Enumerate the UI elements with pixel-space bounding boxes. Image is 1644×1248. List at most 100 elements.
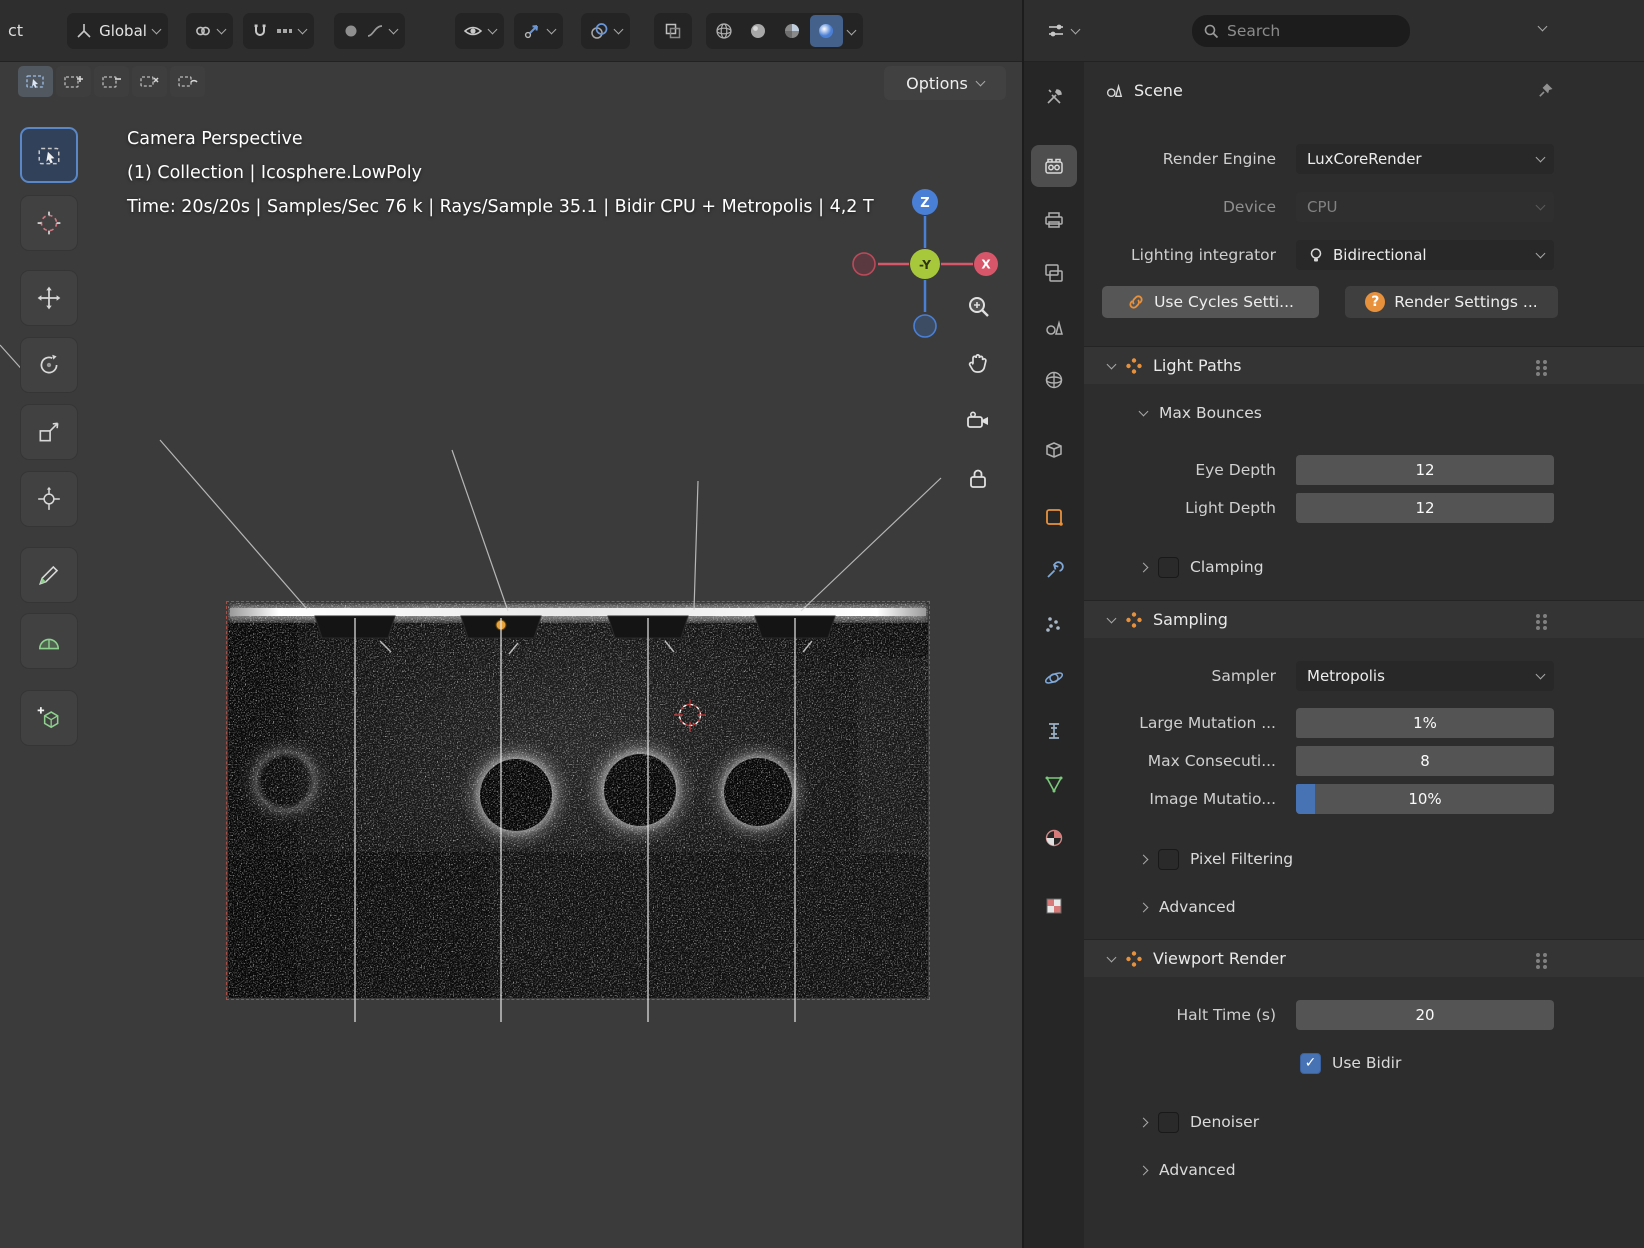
- select-mode-subtract[interactable]: [94, 66, 129, 97]
- pan-button[interactable]: [958, 344, 998, 384]
- transform-orientation-dropdown[interactable]: Global: [67, 12, 168, 49]
- gizmos-dropdown[interactable]: [513, 12, 563, 49]
- viewport-3d[interactable]: Options Camera Perspective (1) Collectio…: [0, 62, 1022, 1248]
- large-mutation-field[interactable]: 1%: [1296, 708, 1554, 738]
- halt-time-field[interactable]: 20: [1296, 1000, 1554, 1030]
- tab-texture[interactable]: [1031, 885, 1077, 927]
- device-value: CPU: [1307, 198, 1338, 216]
- clamping-row[interactable]: Clamping: [1084, 551, 1644, 583]
- shading-mode-group: [705, 12, 863, 49]
- light-depth-field[interactable]: 12: [1296, 493, 1554, 523]
- zoom-button[interactable]: [958, 287, 998, 327]
- tool-transform[interactable]: [20, 471, 78, 527]
- breadcrumb-scene[interactable]: Scene: [1134, 81, 1183, 100]
- chevron-right-icon: [1138, 902, 1149, 912]
- select-mode-extend[interactable]: [56, 66, 91, 97]
- device-dropdown[interactable]: CPU: [1296, 192, 1554, 222]
- halt-time-row: Halt Time (s) 20: [1084, 999, 1644, 1031]
- tab-tool[interactable]: [1031, 76, 1077, 118]
- sampler-value: Metropolis: [1307, 667, 1385, 685]
- integrator-dropdown[interactable]: Bidirectional: [1296, 240, 1554, 270]
- tab-output[interactable]: [1031, 199, 1077, 241]
- visibility-dropdown[interactable]: [454, 12, 504, 49]
- tool-select-box[interactable]: [20, 127, 78, 183]
- gizmo-neg-z-axis[interactable]: [913, 314, 937, 338]
- tool-scale[interactable]: [20, 404, 78, 460]
- shading-material-button[interactable]: [776, 15, 809, 47]
- gizmo-icon: [524, 24, 538, 38]
- select-menu-partial[interactable]: ct: [8, 21, 23, 40]
- eye-depth-field[interactable]: 12: [1296, 455, 1554, 485]
- viewport-render-panel-header[interactable]: Viewport Render: [1084, 939, 1644, 977]
- overlays-dropdown[interactable]: [580, 12, 630, 49]
- use-bidir-row: ✓ Use Bidir: [1084, 1047, 1644, 1079]
- sampler-dropdown[interactable]: Metropolis: [1296, 661, 1554, 691]
- gizmo-neg-x-axis[interactable]: [852, 252, 876, 276]
- lock-view-button[interactable]: [958, 458, 998, 498]
- use-bidir-checkbox[interactable]: ✓: [1300, 1052, 1321, 1074]
- tab-physics[interactable]: [1031, 657, 1077, 699]
- max-consecutive-field[interactable]: 8: [1296, 746, 1554, 776]
- properties-search[interactable]: [1192, 15, 1410, 47]
- snap-target-dropdown[interactable]: [185, 12, 233, 49]
- gizmo-x-label: X: [981, 258, 991, 272]
- pixel-filtering-row[interactable]: Pixel Filtering: [1084, 843, 1644, 875]
- shading-wireframe-button[interactable]: [708, 15, 741, 47]
- drag-handle-icon[interactable]: [1536, 360, 1540, 364]
- proportional-editing-dropdown[interactable]: [333, 12, 405, 49]
- drag-handle-icon[interactable]: [1536, 953, 1540, 957]
- sampling-panel-header[interactable]: Sampling: [1084, 600, 1644, 638]
- tab-constraints[interactable]: [1031, 710, 1077, 752]
- chevron-down-icon: [297, 24, 308, 34]
- drag-handle-icon[interactable]: [1536, 614, 1540, 618]
- chevron-down-icon[interactable]: [1537, 21, 1548, 32]
- select-set-icon: [25, 74, 44, 88]
- tool-cursor[interactable]: [20, 195, 78, 251]
- tab-object-data[interactable]: [1031, 763, 1077, 805]
- denoiser-checkbox[interactable]: [1158, 1111, 1179, 1133]
- tool-add-cube[interactable]: [20, 690, 78, 746]
- tool-rotate[interactable]: [20, 337, 78, 393]
- select-mode-invert[interactable]: [132, 66, 167, 97]
- light-paths-panel-header[interactable]: Light Paths: [1084, 346, 1644, 384]
- tab-view-layer[interactable]: [1031, 252, 1077, 294]
- viewport-advanced-row[interactable]: Advanced: [1084, 1154, 1644, 1186]
- editor-type-dropdown[interactable]: [1040, 14, 1085, 48]
- tab-particles[interactable]: [1031, 603, 1077, 645]
- check-icon: ✓: [1304, 1055, 1317, 1071]
- tool-annotate[interactable]: [20, 547, 78, 603]
- pin-icon[interactable]: [1537, 81, 1555, 99]
- scene-breadcrumb-icon: [1106, 83, 1123, 98]
- xray-toggle[interactable]: [653, 12, 692, 49]
- denoiser-label: Denoiser: [1190, 1113, 1260, 1131]
- max-bounces-subpanel[interactable]: Max Bounces: [1084, 397, 1644, 429]
- tool-measure[interactable]: [20, 613, 78, 669]
- use-cycles-settings-button[interactable]: Use Cycles Setti...: [1102, 286, 1319, 318]
- tab-material[interactable]: [1031, 817, 1077, 859]
- sampling-advanced-row[interactable]: Advanced: [1084, 891, 1644, 923]
- camera-view-button[interactable]: [958, 401, 998, 441]
- search-input[interactable]: [1227, 22, 1377, 40]
- tab-world[interactable]: [1031, 359, 1077, 401]
- shading-solid-button[interactable]: [742, 15, 775, 47]
- render-engine-dropdown[interactable]: LuxCoreRender: [1296, 144, 1554, 174]
- render-settings-help-button[interactable]: ? Render Settings ...: [1345, 286, 1558, 318]
- sampling-title: Sampling: [1153, 610, 1228, 629]
- clamping-checkbox[interactable]: [1158, 556, 1179, 578]
- denoiser-row[interactable]: Denoiser: [1084, 1106, 1644, 1138]
- shading-rendered-button[interactable]: [809, 14, 843, 47]
- tab-collection[interactable]: [1031, 429, 1077, 471]
- tab-modifiers[interactable]: [1031, 550, 1077, 592]
- image-mutation-slider[interactable]: 10%: [1296, 784, 1554, 814]
- options-button[interactable]: Options: [884, 66, 1006, 100]
- snapping-dropdown[interactable]: [242, 12, 314, 49]
- tab-object[interactable]: [1031, 496, 1077, 538]
- light-origin-dot[interactable]: [495, 619, 507, 631]
- tab-render[interactable]: [1031, 145, 1077, 187]
- select-mode-intersect[interactable]: [170, 66, 205, 97]
- pixel-filtering-checkbox[interactable]: [1158, 848, 1179, 870]
- tab-scene[interactable]: [1031, 306, 1077, 348]
- select-mode-set[interactable]: [18, 66, 53, 97]
- tool-move[interactable]: [20, 270, 78, 326]
- annotate-pencil-icon: [39, 565, 59, 585]
